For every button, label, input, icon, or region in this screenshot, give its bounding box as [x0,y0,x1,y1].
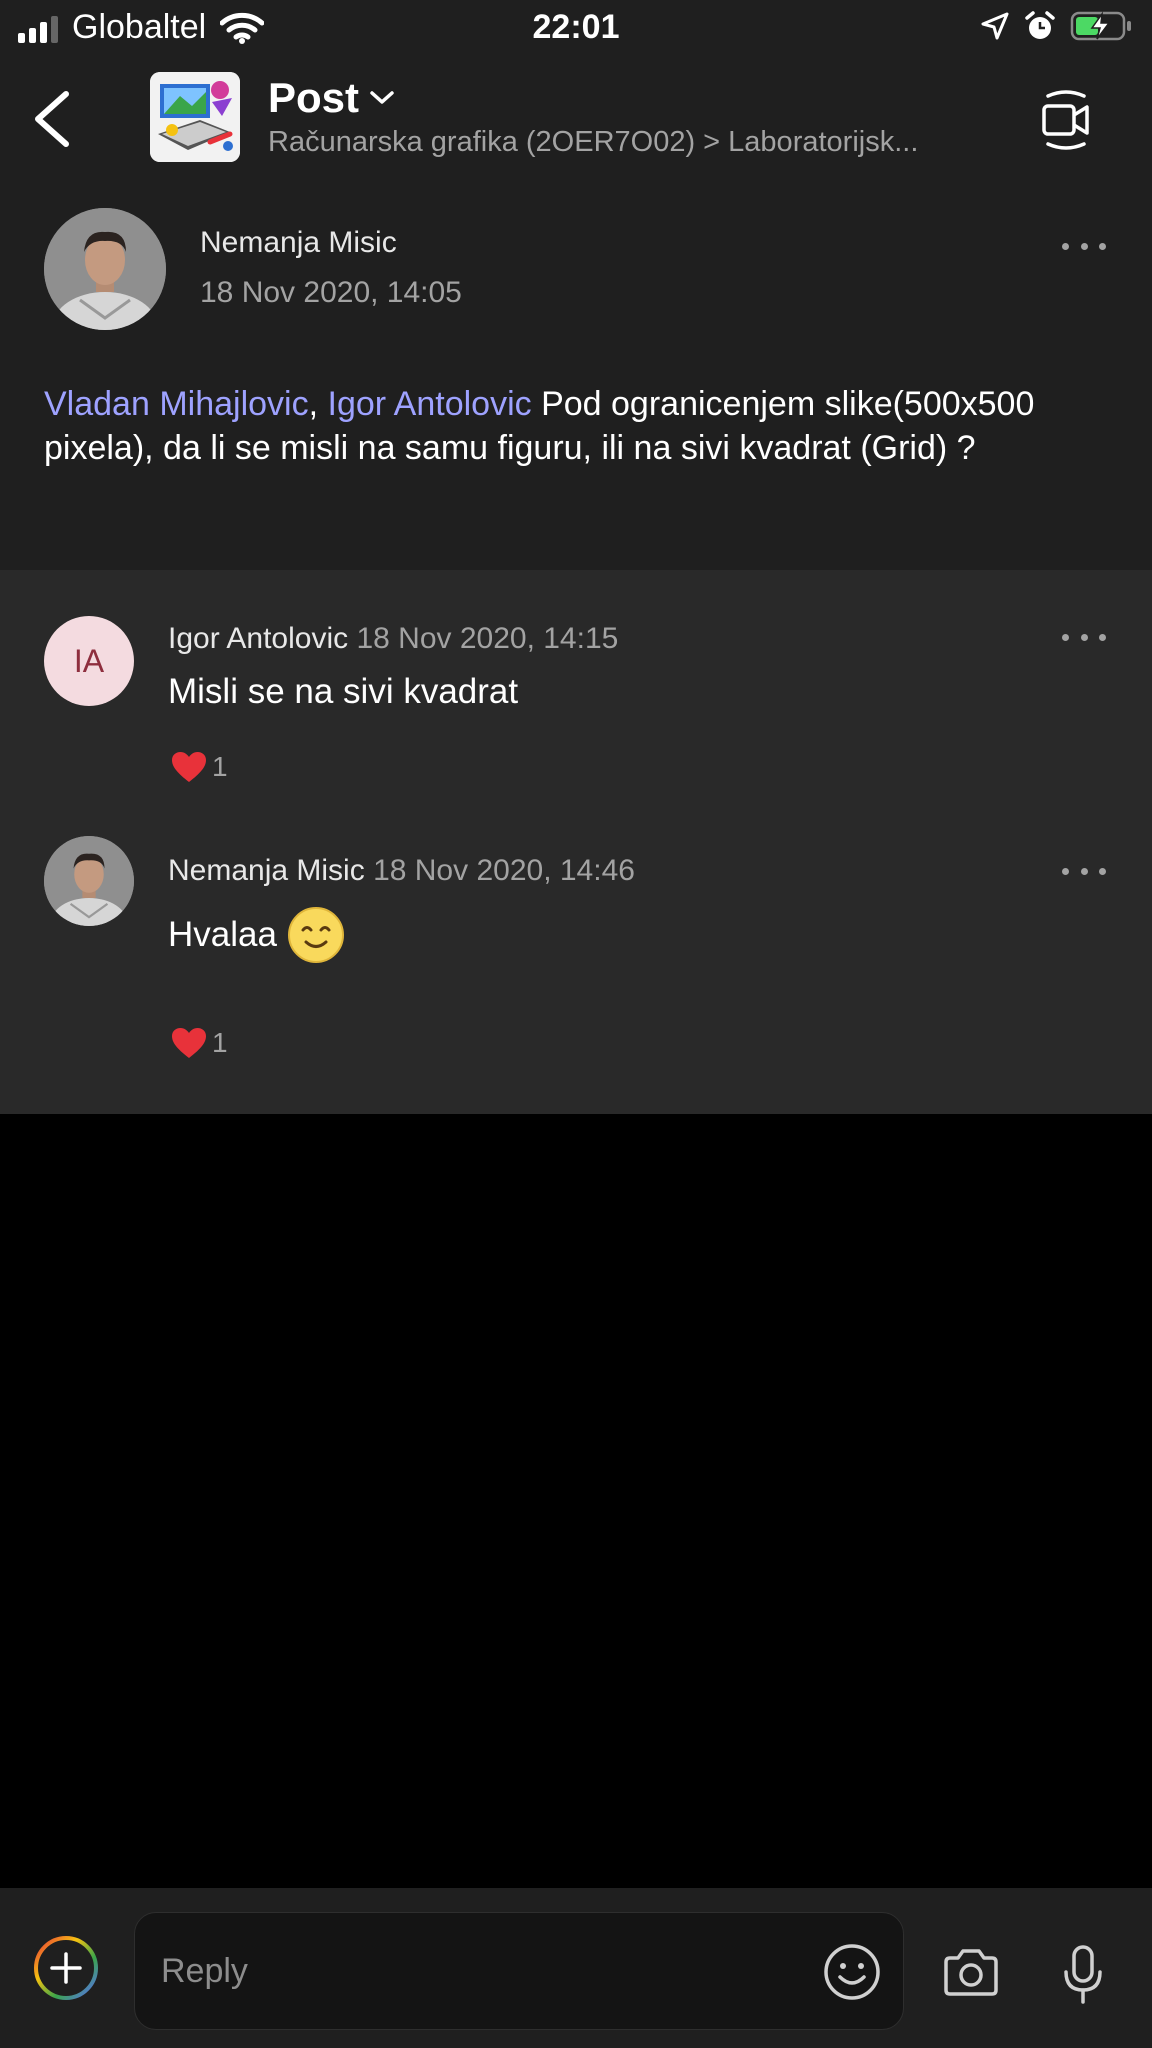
reply-body: Hvalaa [168,906,345,964]
back-chevron-icon[interactable] [28,88,80,150]
reaction-badge[interactable]: 1 [170,750,228,784]
chevron-down-icon [370,91,394,104]
reply-composer [0,1888,1152,2048]
header: Post Računarska grafika (2OER7O02) > Lab… [0,58,1152,186]
post-author[interactable]: Nemanja Misic [200,226,397,260]
more-icon[interactable] [1062,236,1106,256]
battery-icon [1070,11,1131,41]
reply-header: Nemanja Misic 18 Nov 2020, 14:46 [168,854,635,888]
status-bar: Globaltel 22:01 [0,0,1152,58]
reply-header: Igor Antolovic 18 Nov 2020, 14:15 [168,622,618,656]
microphone-icon[interactable] [1062,1944,1104,2006]
smiley-emoji-icon [287,907,344,963]
profile-photo [44,836,134,926]
reply-author[interactable]: Igor Antolovic [168,622,348,655]
post-body: Vladan Mihajlovic, Igor Antolovic Pod og… [44,382,1114,470]
camera-icon[interactable] [942,1948,1000,1998]
reply-timestamp: 18 Nov 2020, 14:46 [373,854,635,887]
mention-vladan[interactable]: Vladan Mihajlovic [44,385,309,423]
reply-author[interactable]: Nemanja Misic [168,854,365,887]
page-title: Post [268,74,360,121]
avatar[interactable] [44,836,134,926]
more-icon[interactable] [1062,861,1106,881]
heart-icon [172,752,206,782]
breadcrumb[interactable]: Računarska grafika (2OER7O02) > Laborato… [268,126,998,159]
reply-body: Misli se na sivi kvadrat [168,672,518,712]
status-right [980,10,1134,42]
reply-field [134,1912,904,2030]
reaction-badge[interactable]: 1 [170,1026,228,1060]
reply-message: Hvalaa [168,915,277,954]
emoji-icon[interactable] [823,1943,881,2001]
post-timestamp: 18 Nov 2020, 14:05 [200,276,462,309]
reply-input[interactable] [161,1947,721,1995]
reaction-count: 1 [212,1027,228,1058]
mention-separator: , [308,385,319,423]
avatar[interactable]: IA [44,616,134,706]
more-icon[interactable] [1062,627,1106,647]
channel-thumbnail[interactable] [150,72,240,162]
video-call-icon[interactable] [1040,90,1092,150]
replies-section: IA Igor Antolovic 18 Nov 2020, 14:15 Mis… [0,570,1152,1114]
reply-timestamp: 18 Nov 2020, 14:15 [356,622,619,655]
mention-igor[interactable]: Igor Antolovic [328,385,532,423]
location-arrow-icon [981,12,1009,40]
graphics-thumbnail-image [150,72,240,162]
heart-icon [172,1028,206,1058]
plus-icon[interactable] [32,1934,100,2002]
alarm-icon [1025,11,1055,39]
avatar[interactable] [44,208,166,330]
title-row[interactable]: Post [268,74,395,122]
original-post: Nemanja Misic 18 Nov 2020, 14:05 Vladan … [0,186,1152,570]
reply-message: Misli se na sivi kvadrat [168,672,519,711]
profile-photo [44,208,166,330]
reaction-count: 1 [212,751,228,782]
